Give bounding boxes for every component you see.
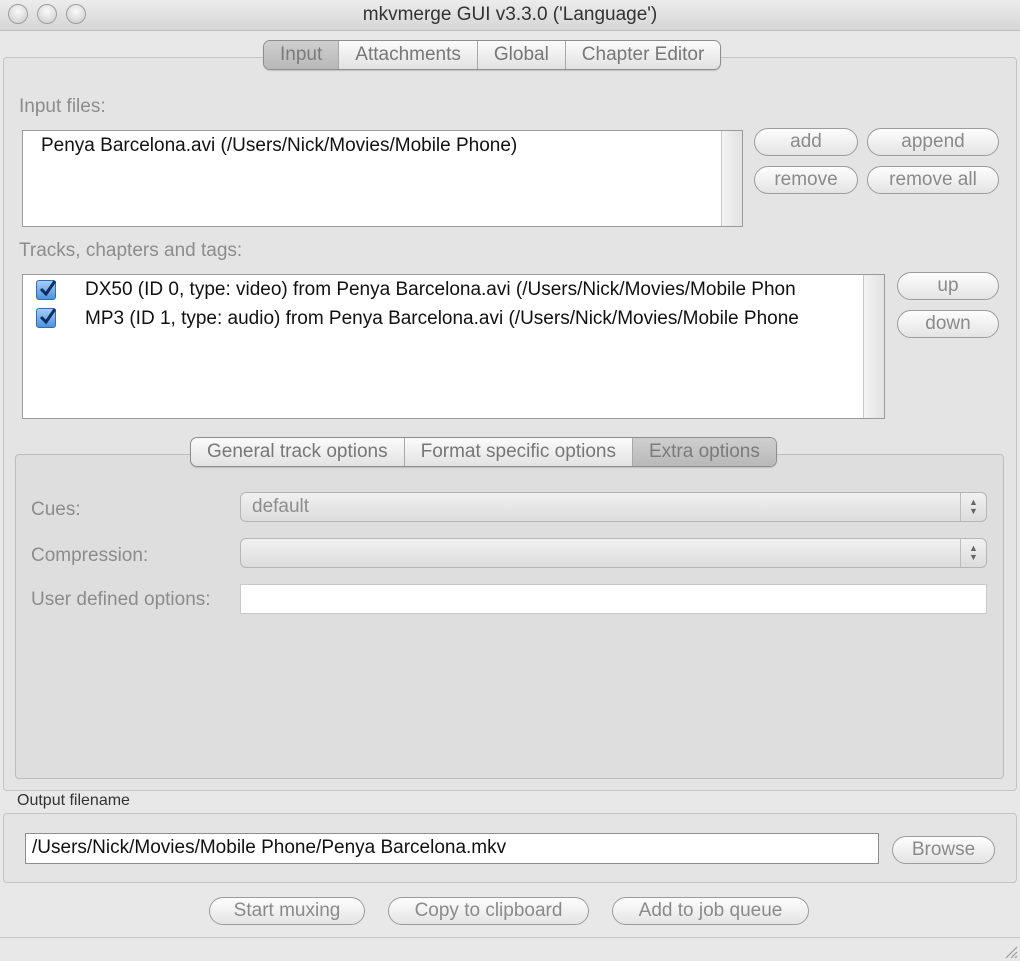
- browse-button[interactable]: Browse: [892, 836, 995, 864]
- window-title: mkvmerge GUI v3.3.0 ('Language'): [362, 4, 658, 25]
- tab-chapter-editor[interactable]: Chapter Editor: [566, 41, 721, 69]
- remove-button[interactable]: remove: [754, 166, 858, 194]
- input-files-list[interactable]: Penya Barcelona.avi (/Users/Nick/Movies/…: [22, 130, 743, 227]
- compression-label: Compression:: [31, 545, 149, 566]
- add-button[interactable]: add: [754, 128, 858, 156]
- resize-grip-icon[interactable]: [1002, 943, 1018, 959]
- cues-label: Cues:: [31, 499, 81, 520]
- up-button[interactable]: up: [897, 272, 999, 300]
- output-filename-input[interactable]: /Users/Nick/Movies/Mobile Phone/Penya Ba…: [25, 833, 879, 864]
- output-filename-label: Output filename: [17, 792, 130, 809]
- user-defined-options-input[interactable]: [240, 584, 987, 614]
- add-to-job-queue-button[interactable]: Add to job queue: [612, 897, 809, 925]
- append-button[interactable]: append: [867, 128, 999, 156]
- user-defined-options-label: User defined options:: [31, 589, 211, 610]
- track-checkbox[interactable]: [36, 308, 57, 328]
- input-files-label: Input files:: [19, 96, 106, 117]
- compression-select[interactable]: ▲ ▼: [240, 538, 987, 568]
- scrollbar[interactable]: [721, 131, 742, 226]
- tracks-list[interactable]: DX50 (ID 0, type: video) from Penya Barc…: [22, 274, 885, 419]
- checkmark-icon: [39, 280, 57, 297]
- copy-to-clipboard-button[interactable]: Copy to clipboard: [388, 897, 589, 925]
- option-tab-bar: General track options Format specific op…: [190, 437, 777, 467]
- start-muxing-button[interactable]: Start muxing: [209, 897, 365, 925]
- title-bar: mkvmerge GUI v3.3.0 ('Language'): [0, 0, 1020, 31]
- remove-all-button[interactable]: remove all: [867, 166, 999, 194]
- table-row[interactable]: MP3 (ID 1, type: audio) from Penya Barce…: [85, 308, 799, 330]
- tab-global[interactable]: Global: [478, 41, 566, 69]
- table-row[interactable]: DX50 (ID 0, type: video) from Penya Barc…: [85, 279, 796, 301]
- tab-extra-options[interactable]: Extra options: [632, 438, 776, 466]
- scrollbar[interactable]: [863, 275, 884, 418]
- cues-select[interactable]: default ▲ ▼: [240, 492, 987, 522]
- cues-value: default: [252, 496, 310, 517]
- select-arrows-icon: ▲ ▼: [960, 493, 986, 521]
- select-arrows-icon: ▲ ▼: [960, 539, 986, 567]
- status-divider: [0, 937, 1020, 938]
- tab-format-specific-options[interactable]: Format specific options: [405, 438, 633, 466]
- tab-input[interactable]: Input: [264, 41, 340, 69]
- main-tab-bar: Input Attachments Global Chapter Editor: [263, 40, 722, 70]
- tab-attachments[interactable]: Attachments: [339, 41, 478, 69]
- tab-general-track-options[interactable]: General track options: [191, 438, 405, 466]
- tracks-label: Tracks, chapters and tags:: [19, 240, 243, 261]
- checkmark-icon: [39, 308, 57, 325]
- down-button[interactable]: down: [897, 310, 999, 338]
- list-item[interactable]: Penya Barcelona.avi (/Users/Nick/Movies/…: [41, 135, 517, 157]
- track-checkbox[interactable]: [36, 280, 57, 300]
